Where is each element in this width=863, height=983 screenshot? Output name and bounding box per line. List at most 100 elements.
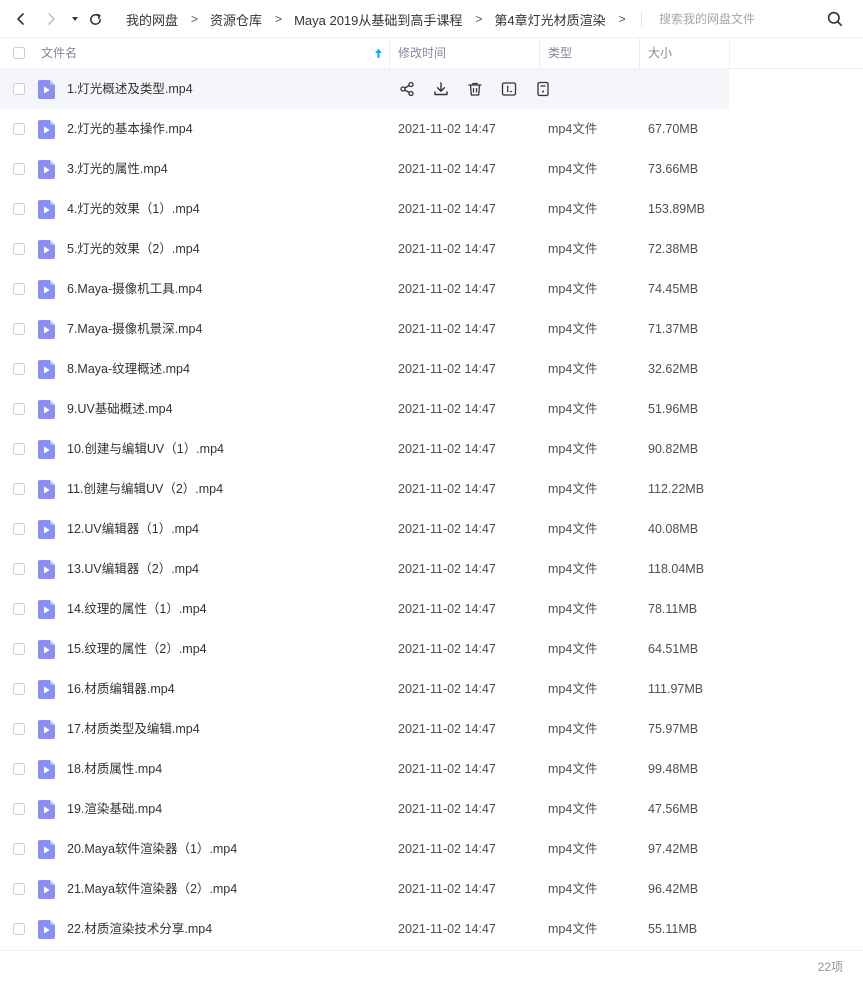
file-modified-time: 2021-11-02 14:47 <box>398 842 496 856</box>
table-row[interactable]: 12.UV编辑器（1）.mp4 2021-11-02 14:47 mp4文件 4… <box>0 509 863 549</box>
table-row[interactable]: 4.灯光的效果（1）.mp4 2021-11-02 14:47 mp4文件 15… <box>0 189 863 229</box>
forward-button[interactable] <box>41 9 61 29</box>
file-name[interactable]: 5.灯光的效果（2）.mp4 <box>67 229 200 269</box>
video-file-icon <box>38 280 55 299</box>
file-name[interactable]: 7.Maya-摄像机景深.mp4 <box>67 309 202 349</box>
file-name[interactable]: 15.纹理的属性（2）.mp4 <box>67 629 207 669</box>
column-divider[interactable] <box>639 38 640 68</box>
table-row[interactable]: 15.纹理的属性（2）.mp4 2021-11-02 14:47 mp4文件 6… <box>0 629 863 669</box>
table-row[interactable]: 2.灯光的基本操作.mp4 2021-11-02 14:47 mp4文件 67.… <box>0 109 863 149</box>
row-checkbox[interactable] <box>13 363 25 375</box>
row-checkbox[interactable] <box>13 523 25 535</box>
file-modified-time: 2021-11-02 14:47 <box>398 642 496 656</box>
file-name[interactable]: 18.材质属性.mp4 <box>67 749 162 789</box>
more-button[interactable] <box>534 80 552 98</box>
column-divider[interactable] <box>729 38 730 68</box>
file-name[interactable]: 8.Maya-纹理概述.mp4 <box>67 349 190 389</box>
file-name[interactable]: 22.材质渲染技术分享.mp4 <box>67 909 212 949</box>
column-header-type[interactable]: 类型 <box>548 38 572 68</box>
file-name[interactable]: 10.创建与编辑UV（1）.mp4 <box>67 429 224 469</box>
rename-button[interactable] <box>500 80 518 98</box>
table-row[interactable]: 9.UV基础概述.mp4 2021-11-02 14:47 mp4文件 51.9… <box>0 389 863 429</box>
column-divider[interactable] <box>389 38 390 68</box>
row-checkbox[interactable] <box>13 803 25 815</box>
row-checkbox[interactable] <box>13 843 25 855</box>
file-name[interactable]: 17.材质类型及编辑.mp4 <box>67 709 200 749</box>
row-checkbox[interactable] <box>13 883 25 895</box>
row-checkbox[interactable] <box>13 283 25 295</box>
refresh-button[interactable] <box>85 9 105 29</box>
file-name[interactable]: 3.灯光的属性.mp4 <box>67 149 168 189</box>
file-name[interactable]: 14.纹理的属性（1）.mp4 <box>67 589 207 629</box>
file-size: 47.56MB <box>648 802 699 816</box>
column-divider[interactable] <box>539 38 540 68</box>
file-size: 74.45MB <box>648 282 699 296</box>
table-row[interactable]: 16.材质编辑器.mp4 2021-11-02 14:47 mp4文件 111.… <box>0 669 863 709</box>
search-input[interactable] <box>650 7 827 31</box>
column-header-name[interactable]: 文件名 <box>41 38 77 68</box>
row-checkbox[interactable] <box>13 163 25 175</box>
table-row[interactable]: 5.灯光的效果（2）.mp4 2021-11-02 14:47 mp4文件 72… <box>0 229 863 269</box>
breadcrumb-item-resource-repo[interactable]: 资源仓库 <box>210 10 262 29</box>
select-all-checkbox[interactable] <box>13 47 25 59</box>
table-row[interactable]: 13.UV编辑器（2）.mp4 2021-11-02 14:47 mp4文件 1… <box>0 549 863 589</box>
row-checkbox[interactable] <box>13 443 25 455</box>
breadcrumb-item-course[interactable]: Maya 2019从基础到高手课程 <box>294 10 462 29</box>
breadcrumb-item-chapter[interactable]: 第4章灯光材质渲染 <box>494 10 605 29</box>
table-row[interactable]: 22.材质渲染技术分享.mp4 2021-11-02 14:47 mp4文件 5… <box>0 909 863 949</box>
table-row[interactable]: 17.材质类型及编辑.mp4 2021-11-02 14:47 mp4文件 75… <box>0 709 863 749</box>
file-name[interactable]: 6.Maya-摄像机工具.mp4 <box>67 269 202 309</box>
row-checkbox[interactable] <box>13 763 25 775</box>
row-checkbox[interactable] <box>13 203 25 215</box>
search-button[interactable] <box>826 10 844 28</box>
file-name[interactable]: 12.UV编辑器（1）.mp4 <box>67 509 199 549</box>
file-name[interactable]: 11.创建与编辑UV（2）.mp4 <box>67 469 223 509</box>
column-header-modified[interactable]: 修改时间 <box>398 38 446 68</box>
row-checkbox[interactable] <box>13 123 25 135</box>
download-button[interactable] <box>432 80 450 98</box>
file-name[interactable]: 20.Maya软件渲染器（1）.mp4 <box>67 829 237 869</box>
video-file-icon <box>38 920 55 939</box>
row-checkbox[interactable] <box>13 403 25 415</box>
file-name[interactable]: 2.灯光的基本操作.mp4 <box>67 109 193 149</box>
table-row[interactable]: 18.材质属性.mp4 2021-11-02 14:47 mp4文件 99.48… <box>0 749 863 789</box>
delete-button[interactable] <box>466 80 484 98</box>
row-checkbox[interactable] <box>13 723 25 735</box>
table-row[interactable]: 11.创建与编辑UV（2）.mp4 2021-11-02 14:47 mp4文件… <box>0 469 863 509</box>
table-row[interactable]: 19.渲染基础.mp4 2021-11-02 14:47 mp4文件 47.56… <box>0 789 863 829</box>
search-divider <box>641 11 642 27</box>
breadcrumb-item-my-drive[interactable]: 我的网盘 <box>126 10 178 29</box>
share-button[interactable] <box>398 80 416 98</box>
table-row[interactable]: 7.Maya-摄像机景深.mp4 2021-11-02 14:47 mp4文件 … <box>0 309 863 349</box>
table-row[interactable]: 14.纹理的属性（1）.mp4 2021-11-02 14:47 mp4文件 7… <box>0 589 863 629</box>
row-checkbox[interactable] <box>13 563 25 575</box>
table-row[interactable]: 6.Maya-摄像机工具.mp4 2021-11-02 14:47 mp4文件 … <box>0 269 863 309</box>
history-dropdown-button[interactable] <box>65 9 85 29</box>
table-row[interactable]: 3.灯光的属性.mp4 2021-11-02 14:47 mp4文件 73.66… <box>0 149 863 189</box>
row-checkbox[interactable] <box>13 683 25 695</box>
file-name[interactable]: 13.UV编辑器（2）.mp4 <box>67 549 199 589</box>
back-button[interactable] <box>11 9 31 29</box>
row-checkbox[interactable] <box>13 603 25 615</box>
column-header-size[interactable]: 大小 <box>648 38 672 68</box>
row-action-bar <box>398 80 568 98</box>
file-name[interactable]: 9.UV基础概述.mp4 <box>67 389 173 429</box>
row-checkbox[interactable] <box>13 323 25 335</box>
file-name[interactable]: 21.Maya软件渲染器（2）.mp4 <box>67 869 237 909</box>
file-name[interactable]: 19.渲染基础.mp4 <box>67 789 162 829</box>
file-name[interactable]: 16.材质编辑器.mp4 <box>67 669 175 709</box>
row-checkbox[interactable] <box>13 243 25 255</box>
table-row[interactable]: 21.Maya软件渲染器（2）.mp4 2021-11-02 14:47 mp4… <box>0 869 863 909</box>
table-row[interactable]: 10.创建与编辑UV（1）.mp4 2021-11-02 14:47 mp4文件… <box>0 429 863 469</box>
row-checkbox[interactable] <box>13 643 25 655</box>
file-name[interactable]: 4.灯光的效果（1）.mp4 <box>67 189 200 229</box>
table-row[interactable]: 20.Maya软件渲染器（1）.mp4 2021-11-02 14:47 mp4… <box>0 829 863 869</box>
file-modified-time: 2021-11-02 14:47 <box>398 802 496 816</box>
row-checkbox[interactable] <box>13 83 25 95</box>
sort-ascending-icon[interactable] <box>374 48 383 59</box>
file-name[interactable]: 1.灯光概述及类型.mp4 <box>67 69 193 109</box>
row-checkbox[interactable] <box>13 483 25 495</box>
table-row[interactable]: 8.Maya-纹理概述.mp4 2021-11-02 14:47 mp4文件 3… <box>0 349 863 389</box>
row-checkbox[interactable] <box>13 923 25 935</box>
table-row[interactable]: 1.灯光概述及类型.mp4 <box>0 69 863 109</box>
